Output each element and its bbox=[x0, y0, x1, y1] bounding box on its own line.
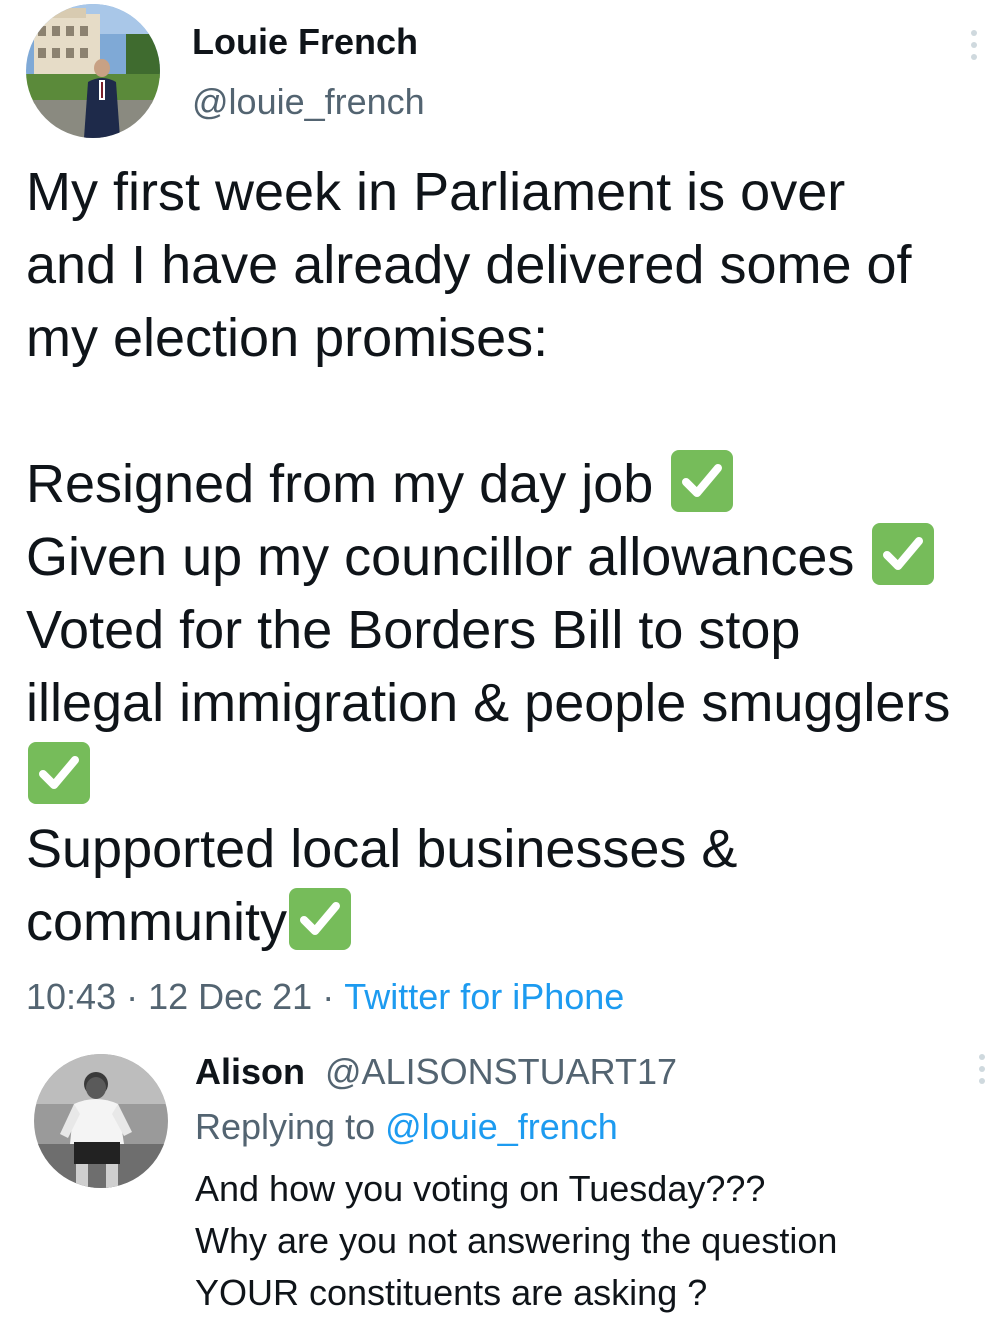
reply-line: YOUR constituents are asking ? bbox=[195, 1272, 708, 1313]
tweet-line-item: community bbox=[26, 886, 998, 959]
author-name[interactable]: Louie French bbox=[192, 20, 418, 64]
check-mark-icon bbox=[671, 450, 734, 512]
tweet-line: Supported local businesses & bbox=[26, 819, 738, 879]
reply-avatar-image bbox=[34, 1054, 168, 1188]
more-options-icon[interactable] bbox=[967, 30, 981, 60]
replying-to-prefix: Replying to bbox=[195, 1106, 376, 1147]
tweet-line: my election promises: bbox=[26, 308, 549, 368]
reply-avatar[interactable] bbox=[34, 1054, 168, 1188]
item-text: Given up my councillor allowances bbox=[26, 527, 855, 587]
tweet-source-link[interactable]: Twitter for iPhone bbox=[344, 976, 624, 1017]
author-avatar[interactable] bbox=[26, 4, 160, 138]
reply-author-name[interactable]: Alison bbox=[195, 1050, 305, 1094]
reply-tweet[interactable]: Alison @ALISONSTUART17 Replying to @loui… bbox=[0, 1040, 1000, 1330]
reply-text: And how you voting on Tuesday??? Why are… bbox=[195, 1163, 837, 1319]
tweet-line: illegal immigration & people smugglers bbox=[26, 673, 951, 733]
check-mark-icon bbox=[289, 888, 352, 950]
reply-line: Why are you not answering the question bbox=[195, 1220, 838, 1261]
tweet-date[interactable]: 12 Dec 21 bbox=[148, 976, 312, 1017]
check-mark-icon bbox=[872, 523, 935, 585]
tweet-header: Louie French @louie_french bbox=[0, 0, 1000, 150]
author-handle[interactable]: @louie_french bbox=[192, 80, 425, 124]
reply-more-options-icon[interactable] bbox=[975, 1054, 989, 1084]
reply-line: And how you voting on Tuesday??? bbox=[195, 1168, 766, 1209]
replying-to: Replying to @louie_french bbox=[195, 1105, 618, 1149]
tweet-line-item: Resigned from my day job bbox=[26, 448, 998, 521]
tweet-line: My first week in Parliament is over bbox=[26, 162, 846, 222]
item-text: community bbox=[26, 892, 288, 952]
tweet-meta: 10:43 · 12 Dec 21 · Twitter for iPhone bbox=[26, 975, 624, 1019]
check-mark-icon bbox=[28, 742, 90, 804]
separator: · bbox=[322, 976, 335, 1017]
tweet-time[interactable]: 10:43 bbox=[26, 976, 116, 1017]
replying-to-handle-link[interactable]: @louie_french bbox=[385, 1106, 618, 1147]
tweet-line-item: Given up my councillor allowances bbox=[26, 521, 998, 594]
separator: · bbox=[126, 976, 139, 1017]
item-text: Resigned from my day job bbox=[26, 454, 654, 514]
reply-author-handle[interactable]: @ALISONSTUART17 bbox=[325, 1050, 677, 1094]
author-avatar-image bbox=[26, 4, 160, 138]
tweet-line-item bbox=[26, 740, 998, 813]
tweet-line: Voted for the Borders Bill to stop bbox=[26, 600, 801, 660]
tweet-text: My first week in Parliament is over and … bbox=[26, 156, 998, 959]
tweet-line: and I have already delivered some of bbox=[26, 235, 912, 295]
